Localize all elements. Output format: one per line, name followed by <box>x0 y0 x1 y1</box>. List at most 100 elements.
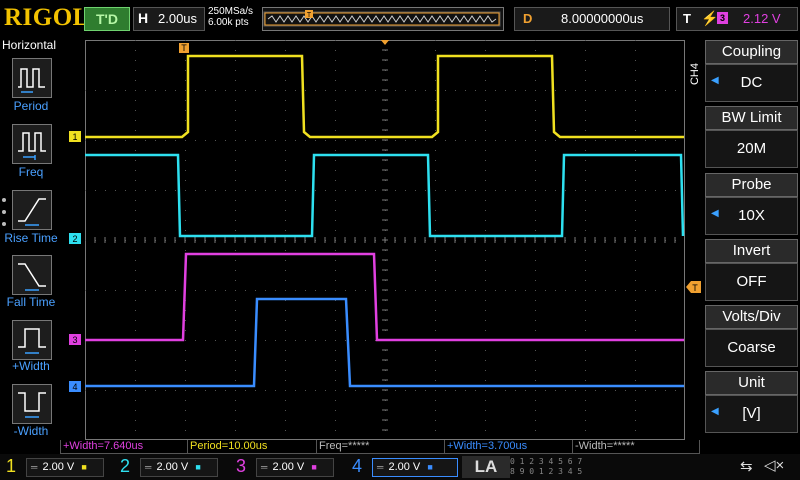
rise-time-label: Rise Time <box>4 231 58 245</box>
period-icon <box>18 68 45 93</box>
trigger-indicator[interactable]: T ⚡ 3 2.12 V <box>676 7 798 31</box>
svg-text:T: T <box>181 43 187 53</box>
dc-coupling-icon: ═ <box>261 462 268 472</box>
probe-menu[interactable]: Probe 10X ◀ <box>705 173 798 235</box>
timebase-value: 2.00us <box>158 11 198 26</box>
svg-text:2: 2 <box>72 234 77 244</box>
rise-time-icon <box>18 198 46 226</box>
svg-text:T: T <box>307 12 312 19</box>
neg-width-label: -Width <box>13 424 49 438</box>
bw-limit-value[interactable]: 20M <box>705 130 798 168</box>
freq-button[interactable] <box>12 124 52 164</box>
memory-depth: 6.00k pts <box>208 17 249 28</box>
ch2-bw-icon: ■ <box>195 462 201 472</box>
svg-text:4: 4 <box>72 382 77 392</box>
period-button[interactable] <box>12 58 52 98</box>
rising-edge-icon: ⚡ <box>701 10 719 26</box>
ch2-offset-marker[interactable]: 2 <box>69 233 81 244</box>
ch1-offset-marker[interactable]: 1 <box>69 131 81 142</box>
neg-width-button[interactable] <box>12 384 52 424</box>
dc-coupling-icon: ═ <box>31 462 38 472</box>
svg-text:T: T <box>692 283 698 293</box>
volts-div-value[interactable]: Coarse <box>705 329 798 367</box>
pos-width-button[interactable] <box>12 320 52 360</box>
brand-logo: RIGOL <box>4 4 90 31</box>
trigger-level-marker[interactable]: T <box>686 281 702 293</box>
ch1-bw-icon: ■ <box>81 462 87 472</box>
trigger-source: 3 <box>717 12 728 24</box>
memory-overview-bar: T <box>262 7 504 31</box>
unit-title: Unit <box>705 371 798 395</box>
period-label: Period <box>13 99 49 113</box>
measurement-item[interactable]: +Width=7.640us <box>60 440 188 454</box>
svg-text:3: 3 <box>72 335 77 345</box>
measurement-item[interactable]: -Width=***** <box>572 440 700 454</box>
probe-title: Probe <box>705 173 798 197</box>
speaker-mute-icon[interactable]: ◁× <box>764 456 784 474</box>
fall-time-label: Fall Time <box>6 295 56 309</box>
left-knob-indicator <box>2 210 6 214</box>
bw-limit-menu[interactable]: BW Limit 20M <box>705 106 798 168</box>
sample-rate: 250MSa/s <box>208 6 254 17</box>
invert-value[interactable]: OFF <box>705 263 798 301</box>
ch3-scale-box[interactable]: ═ 2.00 V ■ <box>256 458 334 477</box>
timebase-label: H <box>138 10 149 26</box>
measurement-bar: +Width=7.640us Period=10.00us Freq=*****… <box>60 440 700 454</box>
ch1-number[interactable]: 1 <box>6 456 16 477</box>
invert-menu[interactable]: Invert OFF <box>705 239 798 301</box>
pos-width-label: +Width <box>12 359 50 373</box>
ch2-scale-box[interactable]: ═ 2.00 V ■ <box>140 458 218 477</box>
usb-icon: ⇆ <box>740 458 753 475</box>
delay-value: 8.00000000us <box>561 11 644 26</box>
measurement-item[interactable]: Period=10.00us <box>187 440 317 454</box>
svg-text:1: 1 <box>72 132 77 142</box>
trigger-label: T <box>683 11 691 26</box>
ch4-scale: 2.00 V <box>388 461 421 473</box>
menu-channel-label: CH4 <box>689 62 702 86</box>
ch4-bw-icon: ■ <box>427 462 433 472</box>
ch4-number[interactable]: 4 <box>352 456 362 477</box>
delay-label: D <box>523 11 533 26</box>
fall-time-button[interactable] <box>12 255 52 295</box>
left-menu-title: Horizontal <box>2 38 57 52</box>
ch4-scale-box[interactable]: ═ 2.00 V ■ <box>372 458 458 477</box>
ch2-scale: 2.00 V <box>156 461 189 473</box>
ch3-offset-marker[interactable]: 3 <box>69 334 81 345</box>
freq-label: Freq <box>18 165 44 179</box>
memory-trigger-marker: T <box>305 10 313 19</box>
waveform-display[interactable]: T <box>85 40 685 440</box>
logic-analyzer-button[interactable]: LA <box>462 456 510 478</box>
timebase-indicator[interactable]: H 2.00us <box>133 7 205 31</box>
measurement-item[interactable]: Freq=***** <box>316 440 445 454</box>
ch4-offset-marker[interactable]: 4 <box>69 381 81 392</box>
invert-title: Invert <box>705 239 798 263</box>
ch2-number[interactable]: 2 <box>120 456 130 477</box>
dc-coupling-icon: ═ <box>145 462 152 472</box>
measurement-item[interactable]: +Width=3.700us <box>444 440 573 454</box>
ch1-scale-box[interactable]: ═ 2.00 V ■ <box>26 458 104 477</box>
trigger-status-badge: T'D <box>84 7 130 31</box>
logic-channel-indicators: 0 1 2 3 4 5 6 7 8 9 0 1 2 3 4 5 <box>510 457 600 477</box>
rise-time-button[interactable] <box>12 190 52 230</box>
ch3-scale: 2.00 V <box>272 461 305 473</box>
channel-offset-markers: 1 2 3 4 <box>69 131 81 392</box>
left-knob-indicator <box>2 222 6 226</box>
unit-menu[interactable]: Unit [V] ◀ <box>705 371 798 433</box>
volts-div-menu[interactable]: Volts/Div Coarse <box>705 305 798 367</box>
neg-width-icon <box>18 392 46 418</box>
delay-indicator[interactable]: D 8.00000000us <box>514 7 670 31</box>
freq-icon <box>18 132 46 160</box>
coupling-menu[interactable]: Coupling DC ◀ <box>705 40 798 102</box>
bw-limit-title: BW Limit <box>705 106 798 130</box>
fall-time-icon <box>18 263 46 291</box>
probe-left-arrow-icon: ◀ <box>711 208 719 219</box>
ch3-bw-icon: ■ <box>311 462 317 472</box>
ch3-number[interactable]: 3 <box>236 456 246 477</box>
la-digits-row: 0 1 2 3 4 5 6 7 <box>510 457 583 466</box>
trigger-level: 2.12 V <box>743 11 781 26</box>
dc-coupling-icon: ═ <box>377 462 384 472</box>
left-knob-indicator <box>2 198 6 202</box>
trigger-position-marker: T <box>179 43 189 53</box>
sample-info: 250MSa/s 6.00k pts <box>208 6 253 28</box>
la-digits-row: 8 9 0 1 2 3 4 5 <box>510 467 583 476</box>
